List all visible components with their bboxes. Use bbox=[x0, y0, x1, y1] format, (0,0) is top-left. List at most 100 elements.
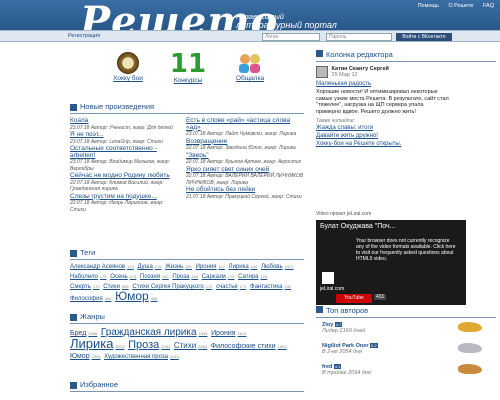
avatar bbox=[316, 66, 328, 78]
genre-cloud: Бред 2366 Гражданская лирика 1933 Ирония 18… bbox=[70, 328, 302, 362]
genre-item[interactable]: Проза 2451 bbox=[128, 339, 170, 351]
tag-item[interactable]: Смерть 170 bbox=[70, 284, 100, 290]
forum-label: Общалка bbox=[235, 75, 265, 82]
shoe-icon bbox=[458, 322, 482, 332]
list-item: Слезы грустим на подушке... 22.07.18 Авто… bbox=[70, 193, 180, 214]
tags-title: Теги bbox=[80, 248, 96, 257]
list-item: Ярко сияет свет синих очей 22.07.18 Автор… bbox=[186, 166, 304, 187]
people-icon bbox=[238, 52, 262, 74]
contests-link[interactable]: 11 Конкурсы bbox=[168, 49, 208, 84]
shoe-icon bbox=[458, 343, 482, 353]
work-meta: 22.07.18 Автор: Звездина Юлия, жанр: Лир… bbox=[186, 145, 296, 151]
tag-item[interactable]: Наболело 170 bbox=[70, 274, 107, 280]
tag-item[interactable]: Лирика 140 bbox=[229, 264, 258, 270]
new-works-left: Коала 23.07.18 Автор: Ученист, жанр: Для … bbox=[70, 117, 180, 214]
shoe-icon bbox=[458, 364, 482, 374]
new-works-title: Новые произведения bbox=[80, 102, 155, 111]
editor-column: Колонка редактора Катин Сеанту Сергей 25… bbox=[316, 50, 496, 148]
tag-item[interactable]: Сарказм 170 bbox=[202, 274, 235, 280]
work-meta: 22.07.18 Автор: ВАЛЕРИЙ ВАЛЕРИЙ ЛИЧНИКОВ… bbox=[186, 173, 304, 186]
tag-cloud: Александр Асеянов 123 Душа 219 Жизнь 281 Ир… bbox=[70, 262, 302, 304]
work-meta: 22.07.18 Автор: Крылов Артем, жанр: Акро… bbox=[186, 159, 302, 165]
login-button[interactable]: Войти с ВКонтакте bbox=[396, 33, 452, 41]
genre-item[interactable]: Лирика 5023 bbox=[70, 336, 124, 351]
genre-item[interactable]: Стихи 3283 bbox=[174, 341, 207, 350]
editor-link[interactable]: Жажда славы: итоги bbox=[316, 124, 496, 132]
author-row[interactable]: Zloy 4.7 Лидер 2169 дней bbox=[316, 322, 496, 339]
tag-item[interactable]: Проза 169 bbox=[172, 274, 198, 280]
work-title[interactable]: Есть в слове «рай» частица слова «ад» bbox=[186, 117, 304, 131]
work-meta: 21.07.18 Автор: Пракуцкий Сергей, жанр: … bbox=[186, 193, 302, 200]
nav-help[interactable]: Помощь bbox=[418, 3, 439, 9]
youtube-logo[interactable]: YouTube bbox=[336, 294, 372, 303]
tag-item[interactable]: Александр Асеянов 123 bbox=[70, 264, 134, 270]
login-input[interactable]: Логин bbox=[262, 33, 320, 41]
tag-icon bbox=[70, 249, 77, 257]
genre-icon bbox=[70, 313, 77, 321]
genre-item[interactable]: Художественная проза 1019 bbox=[104, 354, 179, 360]
list-item: Я не поэт... 23.07.18 Автор: LenaGrip, жа… bbox=[70, 131, 180, 145]
video-player[interactable]: Булат Окуджава "Поч... Your browser does… bbox=[316, 220, 466, 305]
list-item: Возвращение 22.07.18 Автор: Звездина Юлия… bbox=[186, 138, 304, 152]
tag-item[interactable]: Любовь 1571 bbox=[261, 264, 293, 270]
author-row[interactable]: fred 4.1 В тройке 2054 дня bbox=[316, 364, 496, 381]
genre-item[interactable]: Ирония 1813 bbox=[211, 330, 246, 337]
editor-body: Хорошие новости! И оптимизировал некотор… bbox=[316, 89, 449, 115]
login-bar: Регистрация Логин Пароль Войти с ВКонтак… bbox=[0, 30, 500, 42]
favorites-header: Избранное bbox=[70, 380, 304, 392]
tag-item[interactable]: Ирония 117 bbox=[196, 264, 225, 270]
tag-item[interactable]: Фантастика 232 bbox=[250, 284, 291, 290]
editor-date: 25 Мар 12 bbox=[331, 72, 358, 78]
editor-link[interactable]: Хокку-бои на Решете открыты. bbox=[316, 140, 496, 148]
genre-item[interactable]: Юмор 2095 bbox=[70, 353, 101, 360]
site-tagline: Независимый литературный портал bbox=[236, 12, 337, 30]
nav-faq[interactable]: FAQ bbox=[483, 3, 494, 9]
forum-link[interactable]: Общалка bbox=[228, 52, 272, 82]
editor-post-title[interactable]: Маленькая радость bbox=[316, 81, 496, 87]
contests-count: 11 bbox=[169, 49, 207, 79]
tag-item[interactable]: Юмор 485 bbox=[115, 289, 157, 303]
tagline-line-2: литературный портал bbox=[236, 20, 337, 30]
contests-label: Конкурсы bbox=[173, 77, 203, 84]
work-title[interactable]: Остальные соответственно - arbeiten! bbox=[70, 145, 180, 159]
author-row[interactable]: Nigiliot Park Oner 5.2 В 2-ке 2054 дня bbox=[316, 343, 496, 360]
list-item: Коала 23.07.18 Автор: Ученист, жанр: Для … bbox=[70, 117, 180, 131]
top-authors-block: Топ авторов Zloy 4.7 Лидер 2169 дней Nig… bbox=[316, 306, 496, 381]
tag-item[interactable]: Философия 465 bbox=[70, 296, 111, 302]
tags-header: Теги bbox=[70, 248, 304, 260]
list-item: Остальные соответственно - arbeiten! 23.0… bbox=[70, 145, 180, 172]
video-message: Your browser does not currently recogniz… bbox=[356, 238, 456, 262]
work-title[interactable]: Сейчас не модно Родину любить bbox=[70, 172, 180, 180]
top-nav: Помощь О Решете FAQ bbox=[410, 3, 494, 9]
genres-header: Жанры bbox=[70, 312, 304, 324]
video-title: Булат Окуджава "Поч... bbox=[320, 223, 396, 230]
list-item: Есть в слове «рай» частица слова «ад» 23.… bbox=[186, 117, 304, 138]
video-count: 431 bbox=[374, 294, 387, 300]
top-authors-header: Топ авторов bbox=[316, 306, 496, 318]
editor-author-block: Катин Сеанту Сергей 25 Мар 12 bbox=[316, 66, 496, 78]
register-link[interactable]: Регистрация bbox=[68, 33, 100, 39]
tag-item[interactable]: Душа 219 bbox=[137, 264, 161, 270]
editor-link[interactable]: Давайте жить дружно! bbox=[316, 132, 496, 140]
work-meta: 22.07.18 Автор: Игорь Ларионов, жанр: Ст… bbox=[70, 200, 164, 213]
tag-item[interactable]: Сатира 124 bbox=[238, 274, 267, 280]
tag-item[interactable]: Жизнь 281 bbox=[165, 264, 192, 270]
hockey-label: Хокку бои bbox=[113, 75, 143, 82]
compass-icon bbox=[117, 52, 139, 74]
new-works-header: Новые произведения bbox=[70, 102, 304, 114]
tag-item[interactable]: Осень 213 bbox=[110, 274, 136, 280]
list-item: Сейчас не модно Родину любить 22.07.18 Ав… bbox=[70, 172, 180, 193]
tag-item[interactable]: Поэзия 162 bbox=[140, 274, 169, 280]
nav-about[interactable]: О Решете bbox=[448, 3, 473, 9]
password-input[interactable]: Пароль bbox=[326, 33, 392, 41]
top-authors-title: Топ авторов bbox=[326, 306, 369, 315]
tag-item[interactable]: счастье 171 bbox=[216, 284, 246, 290]
editor-header: Колонка редактора bbox=[316, 50, 496, 62]
genre-item[interactable]: Философские стихи 1603 bbox=[211, 343, 287, 350]
work-meta: 23.07.18 Автор: Владимир Мельков, жанр: … bbox=[70, 159, 170, 172]
hockey-link[interactable]: Хокку бои bbox=[108, 52, 148, 82]
video-source: Video проект jeLiral.com bbox=[316, 211, 372, 217]
work-meta: 23.07.18 Автор: Лайт Чумовски, жанр: Лир… bbox=[186, 131, 297, 137]
editor-title: Колонка редактора bbox=[326, 50, 393, 59]
genres-title: Жанры bbox=[80, 312, 105, 321]
